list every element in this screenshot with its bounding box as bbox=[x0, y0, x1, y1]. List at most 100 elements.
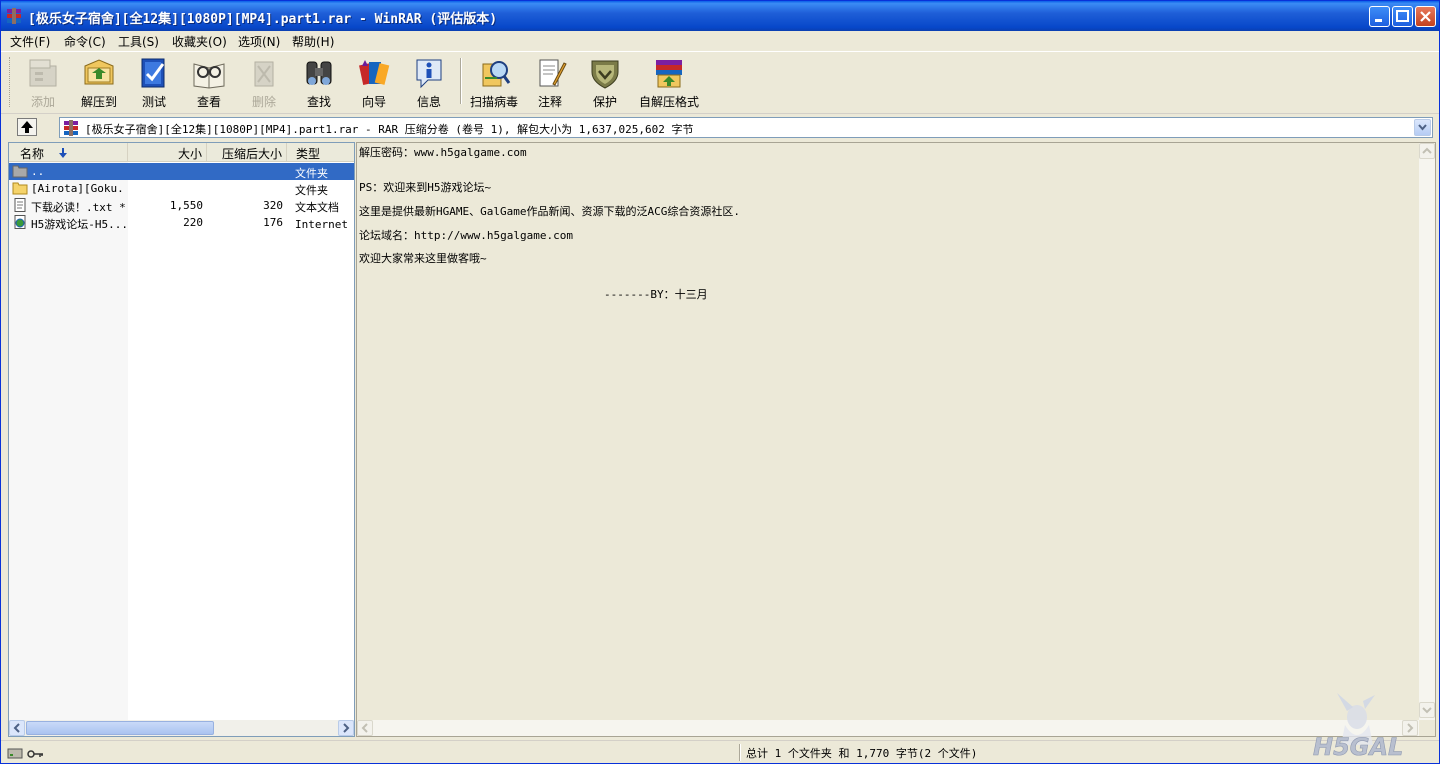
menu-commands[interactable]: 命令(C) bbox=[64, 33, 106, 50]
list-item[interactable]: [Airota][Goku... 文件夹 bbox=[9, 180, 354, 197]
comment-label: 注释 bbox=[537, 95, 562, 109]
folder-icon bbox=[12, 182, 28, 195]
menu-options[interactable]: 选项(N) bbox=[238, 33, 280, 50]
close-button[interactable] bbox=[1415, 6, 1436, 27]
scan-virus-button[interactable]: 扫描病毒 bbox=[466, 55, 522, 109]
comment-line: 这里是提供最新HGAME、GalGame作品新闻、资源下载的泛ACG综合资源社区… bbox=[359, 205, 740, 218]
toolbar-grip[interactable] bbox=[9, 57, 12, 107]
sfx-button[interactable]: 自解压格式 bbox=[635, 55, 703, 109]
scroll-up-button[interactable] bbox=[1419, 143, 1435, 159]
header-size[interactable]: 大小 bbox=[128, 143, 207, 162]
file-list[interactable]: 名称 大小 压缩后大小 类型 .. 文件夹 [Airota][Goku... bbox=[8, 142, 355, 737]
arrow-right-icon bbox=[343, 723, 350, 733]
toolbar: 添加 解压到 测试 查看 删除 查找 向导 信息 扫描病毒 注释 保护 自解压格… bbox=[1, 51, 1439, 111]
sort-descending-icon bbox=[59, 148, 67, 158]
arrow-left-icon bbox=[13, 723, 20, 733]
list-item[interactable]: .. 文件夹 bbox=[9, 163, 354, 180]
scan-virus-label: 扫描病毒 bbox=[469, 95, 518, 109]
test-icon bbox=[141, 58, 165, 88]
svg-text:H5GAL: H5GAL bbox=[1313, 733, 1403, 759]
find-label: 查找 bbox=[306, 95, 331, 109]
protect-label: 保护 bbox=[592, 95, 617, 109]
close-icon bbox=[1420, 11, 1431, 22]
title-bar[interactable]: [极乐女子宿舍][全12集][1080P][MP4].part1.rar - W… bbox=[1, 1, 1439, 31]
rar-archive-icon bbox=[64, 120, 78, 136]
add-icon bbox=[29, 59, 57, 87]
archive-comment-panel[interactable]: 解压密码：www.h5galgame.com PS：欢迎来到H5游戏论坛~ 这里… bbox=[356, 142, 1436, 737]
extract-to-button[interactable]: 解压到 bbox=[71, 55, 127, 109]
up-folder-button[interactable] bbox=[17, 118, 37, 136]
menu-favorites[interactable]: 收藏夹(O) bbox=[172, 33, 227, 50]
info-icon bbox=[416, 59, 442, 89]
comment-vertical-scrollbar[interactable] bbox=[1419, 143, 1435, 720]
menu-help[interactable]: 帮助(H) bbox=[292, 33, 334, 50]
sfx-icon bbox=[656, 60, 682, 88]
arrow-up-icon bbox=[1422, 147, 1432, 154]
comment-line: 解压密码：www.h5galgame.com bbox=[359, 146, 527, 159]
extract-label: 解压到 bbox=[80, 95, 117, 109]
text-file-icon bbox=[14, 198, 26, 212]
comment-button[interactable]: 注释 bbox=[522, 55, 578, 109]
comment-line: 论坛域名：http://www.h5galgame.com bbox=[359, 229, 573, 242]
view-icon bbox=[193, 63, 225, 89]
h5gal-watermark-logo: H5GAL bbox=[1313, 693, 1404, 759]
add-button[interactable]: 添加 bbox=[15, 55, 71, 109]
test-button[interactable]: 测试 bbox=[126, 55, 182, 109]
status-drive-key-icon bbox=[7, 748, 43, 759]
info-button[interactable]: 信息 bbox=[401, 55, 457, 109]
scroll-right-button[interactable] bbox=[338, 720, 354, 736]
window-title: [极乐女子宿舍][全12集][1080P][MP4].part1.rar - W… bbox=[28, 12, 498, 27]
scroll-thumb[interactable] bbox=[26, 721, 214, 735]
view-label: 查看 bbox=[196, 95, 221, 109]
scroll-left-button[interactable] bbox=[357, 720, 373, 736]
find-button[interactable]: 查找 bbox=[291, 55, 347, 109]
menu-file[interactable]: 文件(F) bbox=[10, 33, 50, 50]
maximize-button[interactable] bbox=[1392, 6, 1413, 27]
test-label: 测试 bbox=[141, 95, 166, 109]
wizard-label: 向导 bbox=[361, 95, 386, 109]
minimize-icon bbox=[1375, 19, 1382, 22]
header-name[interactable]: 名称 bbox=[9, 143, 128, 162]
arrow-down-icon bbox=[1422, 707, 1432, 714]
address-bar: [极乐女子宿舍][全12集][1080P][MP4].part1.rar - R… bbox=[1, 113, 1439, 140]
wizard-icon bbox=[359, 60, 390, 86]
maximize-icon bbox=[1396, 10, 1409, 22]
chevron-down-icon bbox=[1418, 124, 1427, 131]
view-button[interactable]: 查看 bbox=[181, 55, 237, 109]
file-list-horizontal-scrollbar[interactable] bbox=[9, 720, 354, 736]
comment-line: -------BY：十三月 bbox=[604, 288, 708, 301]
protect-shield-icon bbox=[591, 60, 619, 89]
list-item[interactable]: H5游戏论坛-H5... 220 176 Internet 快捷方式 bbox=[9, 214, 354, 231]
arrow-left-icon bbox=[361, 723, 368, 733]
menu-bar: 文件(F) 命令(C) 工具(S) 收藏夹(O) 选项(N) 帮助(H) bbox=[1, 31, 1439, 50]
sfx-label: 自解压格式 bbox=[638, 95, 699, 109]
status-bar: 总计 1 个文件夹 和 1,770 字节(2 个文件) bbox=[1, 740, 1439, 763]
winrar-window: [极乐女子宿舍][全12集][1080P][MP4].part1.rar - W… bbox=[0, 0, 1440, 764]
extract-icon bbox=[84, 59, 114, 85]
scan-virus-icon bbox=[482, 61, 511, 87]
delete-button[interactable]: 删除 bbox=[236, 55, 292, 109]
protect-button[interactable]: 保护 bbox=[577, 55, 633, 109]
comment-line: 欢迎大家常来这里做客哦~ bbox=[359, 252, 487, 265]
delete-label: 删除 bbox=[251, 95, 276, 109]
header-type[interactable]: 类型 bbox=[287, 143, 354, 162]
file-list-header: 名称 大小 压缩后大小 类型 bbox=[9, 143, 354, 162]
comment-horizontal-scrollbar[interactable] bbox=[357, 720, 1419, 736]
scroll-left-button[interactable] bbox=[9, 720, 25, 736]
info-label: 信息 bbox=[416, 95, 441, 109]
internet-shortcut-icon bbox=[14, 215, 26, 229]
path-text: [极乐女子宿舍][全12集][1080P][MP4].part1.rar - R… bbox=[85, 123, 694, 136]
header-packed-size[interactable]: 压缩后大小 bbox=[207, 143, 287, 162]
wizard-button[interactable]: 向导 bbox=[346, 55, 402, 109]
path-combobox[interactable]: [极乐女子宿舍][全12集][1080P][MP4].part1.rar - R… bbox=[59, 117, 1433, 138]
menu-tools[interactable]: 工具(S) bbox=[118, 33, 159, 50]
scroll-down-button[interactable] bbox=[1419, 702, 1435, 718]
add-label: 添加 bbox=[30, 95, 55, 109]
up-arrow-icon bbox=[21, 121, 33, 133]
minimize-button[interactable] bbox=[1369, 6, 1390, 27]
parent-folder-icon bbox=[12, 165, 28, 178]
find-binoculars-icon bbox=[306, 61, 332, 85]
list-item[interactable]: 下载必读！.txt * 1,550 320 文本文档 bbox=[9, 197, 354, 214]
toolbar-separator bbox=[460, 58, 462, 104]
path-dropdown-button[interactable] bbox=[1414, 119, 1431, 136]
